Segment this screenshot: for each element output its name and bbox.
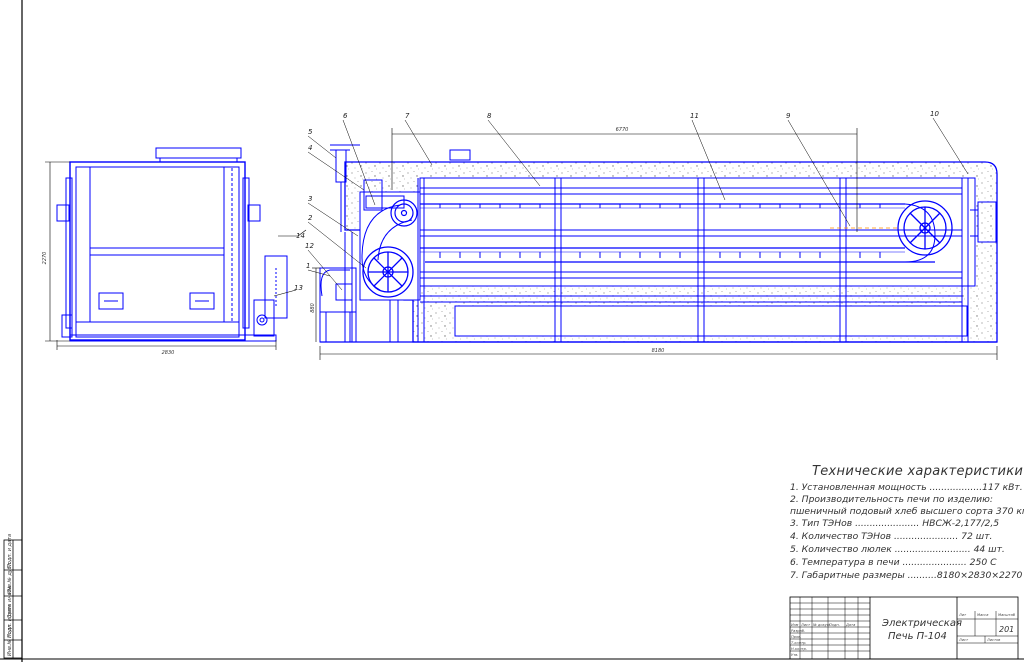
- tb-header-1: Лист: [800, 623, 811, 627]
- leader-13: 13: [294, 284, 303, 292]
- drawing-name-line2: Печь П-104: [888, 631, 947, 642]
- tb-header-0: Изм: [791, 623, 799, 627]
- leader-6: 6: [343, 112, 348, 120]
- drawing-name-line1: Электрическая: [882, 618, 962, 629]
- leader-10: 10: [930, 110, 939, 118]
- leader-9: 9: [786, 112, 791, 120]
- spec-item-1: 1. Установленная мощность ..............…: [790, 482, 1023, 493]
- leader-8: 8: [487, 112, 492, 120]
- tb-role-4: Утв.: [791, 653, 799, 657]
- spec-item-3: 3. Тип ТЭНов ...................... НВСЖ…: [790, 518, 1000, 529]
- tb-right-1: Масса: [977, 613, 988, 617]
- tb-right-0: Лит: [958, 613, 967, 617]
- leader-1: 1: [306, 262, 310, 270]
- sheet-number: 201: [999, 625, 1015, 634]
- dim-loading-height: 880: [310, 303, 316, 313]
- spec-item-2b: пшеничный подовый хлеб высшего сорта 370…: [790, 506, 1024, 517]
- tb-sheet-0: Лист: [958, 638, 969, 642]
- stamp-cell-4: Подп. и дата: [7, 534, 13, 568]
- dim-chamber-length: 6770: [616, 127, 629, 133]
- tb-role-0: Разраб.: [791, 629, 805, 633]
- spec-item-5: 5. Количество люлек ....................…: [790, 544, 1005, 555]
- leader-14: 14: [296, 232, 305, 240]
- leader-11: 11: [690, 112, 699, 120]
- tb-header-3: Подп.: [829, 623, 840, 627]
- dim-side-height: 2270: [42, 252, 48, 265]
- spec-item-4: 4. Количество ТЭНов ....................…: [790, 531, 993, 542]
- leader-5: 5: [308, 128, 313, 136]
- specs-title: Технические характеристики: [812, 464, 1024, 479]
- tb-role-1: Пров.: [791, 635, 801, 639]
- dim-front-length: 8180: [652, 348, 665, 354]
- dim-side-width: 2830: [162, 350, 175, 356]
- spec-item-7: 7. Габаритные размеры ..........8180×283…: [790, 570, 1023, 581]
- leader-3: 3: [308, 195, 312, 203]
- leader-7: 7: [405, 112, 410, 120]
- tb-header-2: № докум.: [812, 623, 831, 627]
- side-stamp-labels: Инв.№ подл. Подп. и дата Взам. инв.№ Инв…: [7, 534, 13, 656]
- spec-item-6: 6. Температура в печи ..................…: [790, 557, 997, 568]
- tb-sheet-1: Листов: [986, 638, 1000, 642]
- tb-header-4: Дата: [845, 623, 855, 627]
- lower-left-sprocket: [362, 246, 414, 298]
- tb-right-2: Масштаб: [998, 613, 1016, 617]
- leader-2: 2: [308, 214, 313, 222]
- spec-item-2: 2. Производительность печи по изделию:: [790, 494, 993, 505]
- leader-4: 4: [308, 144, 312, 152]
- leader-12: 12: [305, 242, 314, 250]
- tb-role-3: Н.контр.: [791, 647, 807, 651]
- tb-role-2: Т.контр.: [791, 641, 807, 645]
- side-view: [56, 147, 288, 342]
